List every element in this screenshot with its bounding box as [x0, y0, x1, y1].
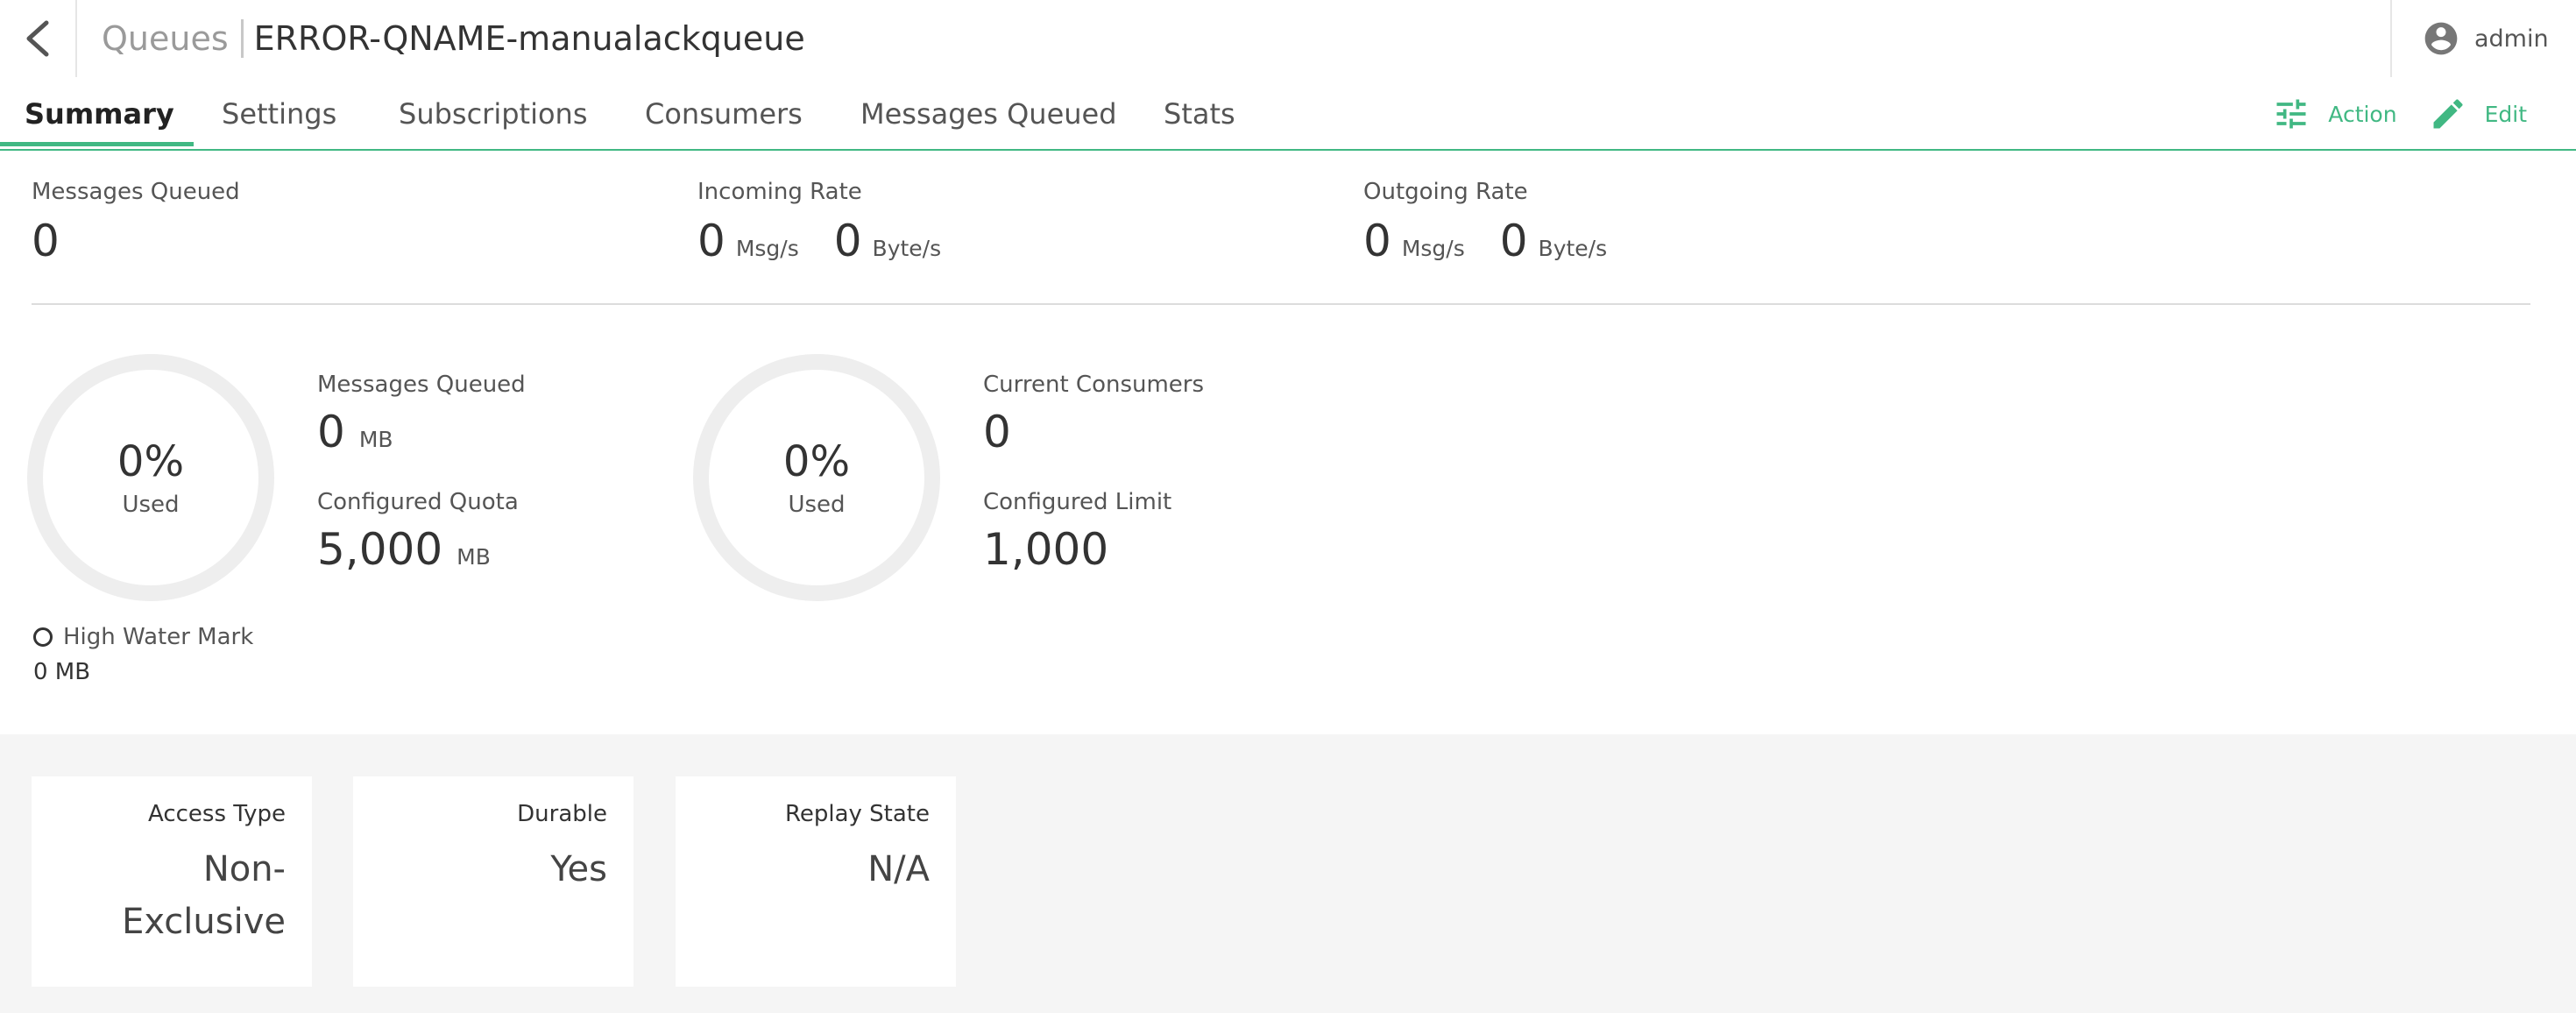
stat-label: Incoming Rate — [697, 179, 862, 205]
card-value: N/A — [867, 849, 930, 889]
kv-label: Configured Quota — [317, 489, 519, 515]
stat-label: Outgoing Rate — [1363, 179, 1528, 205]
back-button[interactable] — [0, 0, 77, 77]
high-water-mark: High Water Mark — [33, 624, 253, 650]
stat-messages-queued: Messages Queued 0 — [32, 179, 240, 266]
storage-messages-queued: Messages Queued 0 MB — [317, 372, 526, 457]
high-water-mark-label: High Water Mark — [63, 624, 254, 650]
outgoing-msg-value: 0 — [1363, 216, 1391, 266]
edit-button[interactable]: Edit — [2429, 95, 2527, 133]
gauge-percent: 0% — [782, 437, 851, 486]
card-value: Non-Exclusive — [122, 849, 286, 942]
page-header: Queues ERROR-QNAME-manualackqueue admin — [0, 0, 2576, 77]
tab-messages-queued[interactable]: Messages Queued — [860, 81, 1117, 147]
rate-stats: Messages Queued 0 Incoming Rate 0 Msg/s … — [32, 151, 2530, 305]
gauge-label: Used — [788, 492, 846, 518]
stat-outgoing-rate: Outgoing Rate 0 Msg/s 0 Byte/s — [1363, 179, 1642, 266]
kv-unit: MB — [456, 544, 491, 570]
incoming-msg-unit: Msg/s — [735, 236, 799, 261]
tab-subscriptions[interactable]: Subscriptions — [399, 81, 588, 147]
tab-summary[interactable]: Summary — [25, 81, 174, 147]
stat-incoming-rate: Incoming Rate 0 Msg/s 0 Byte/s — [697, 179, 976, 266]
tab-bar: Summary Settings Subscriptions Consumers… — [0, 81, 2576, 151]
card-label: Durable — [517, 801, 607, 827]
gauge-label: Used — [122, 492, 180, 518]
outgoing-byte-unit: Byte/s — [1538, 236, 1608, 261]
outgoing-byte-value: 0 — [1499, 216, 1528, 266]
tab-stats[interactable]: Stats — [1164, 81, 1235, 147]
kv-value: 5,000 — [317, 524, 443, 575]
incoming-byte-unit: Byte/s — [872, 236, 942, 261]
card-label: Access Type — [148, 801, 286, 827]
kv-label: Messages Queued — [317, 372, 526, 398]
kv-value: 0 — [983, 407, 1011, 457]
storage-configured-quota: Configured Quota 5,000 MB — [317, 489, 519, 575]
access-type-card: Access Type Non-Exclusive — [32, 776, 312, 987]
account-circle-icon — [2424, 22, 2458, 55]
high-water-mark-value: 0 MB — [33, 659, 91, 685]
tab-settings[interactable]: Settings — [222, 81, 336, 147]
card-value: Yes — [550, 849, 607, 889]
kv-label: Configured Limit — [983, 489, 1172, 515]
durable-card: Durable Yes — [353, 776, 633, 987]
replay-state-card: Replay State N/A — [676, 776, 956, 987]
card-label: Replay State — [784, 801, 930, 827]
current-consumers: Current Consumers 0 — [983, 372, 1204, 457]
page-title: Queues ERROR-QNAME-manualackqueue — [102, 16, 805, 61]
tab-consumers[interactable]: Consumers — [645, 81, 803, 147]
title-divider — [240, 19, 244, 58]
incoming-msg-value: 0 — [697, 216, 725, 266]
outgoing-msg-unit: Msg/s — [1401, 236, 1465, 261]
stat-value: 0 — [32, 216, 60, 266]
tune-icon — [2276, 99, 2306, 129]
stat-label: Messages Queued — [32, 179, 240, 205]
configured-limit: Configured Limit 1,000 — [983, 489, 1171, 575]
storage-usage-gauge: 0% Used — [27, 354, 274, 601]
gauge-percent: 0% — [117, 437, 185, 486]
kv-value: 1,000 — [983, 524, 1109, 575]
active-tab-indicator — [0, 142, 194, 146]
pencil-icon — [2433, 99, 2463, 129]
kv-value: 0 — [317, 407, 345, 457]
consumer-usage-gauge: 0% Used — [693, 354, 940, 601]
action-button[interactable]: Action — [2272, 95, 2397, 133]
action-label: Action — [2328, 101, 2397, 127]
kv-unit: MB — [358, 427, 393, 452]
chevron-left-icon — [26, 20, 49, 57]
incoming-byte-value: 0 — [833, 216, 862, 266]
kv-label: Current Consumers — [983, 372, 1205, 398]
edit-label: Edit — [2484, 101, 2527, 127]
properties-panel: Access Type Non-Exclusive Durable Yes Re… — [0, 734, 2576, 1013]
toolbar-actions: Action Edit — [2272, 81, 2527, 147]
user-menu[interactable]: admin — [2390, 0, 2576, 77]
queue-name: ERROR-QNAME-manualackqueue — [253, 19, 805, 58]
breadcrumb-queues[interactable]: Queues — [102, 19, 229, 58]
username: admin — [2474, 25, 2549, 53]
circle-outline-icon — [33, 627, 53, 647]
